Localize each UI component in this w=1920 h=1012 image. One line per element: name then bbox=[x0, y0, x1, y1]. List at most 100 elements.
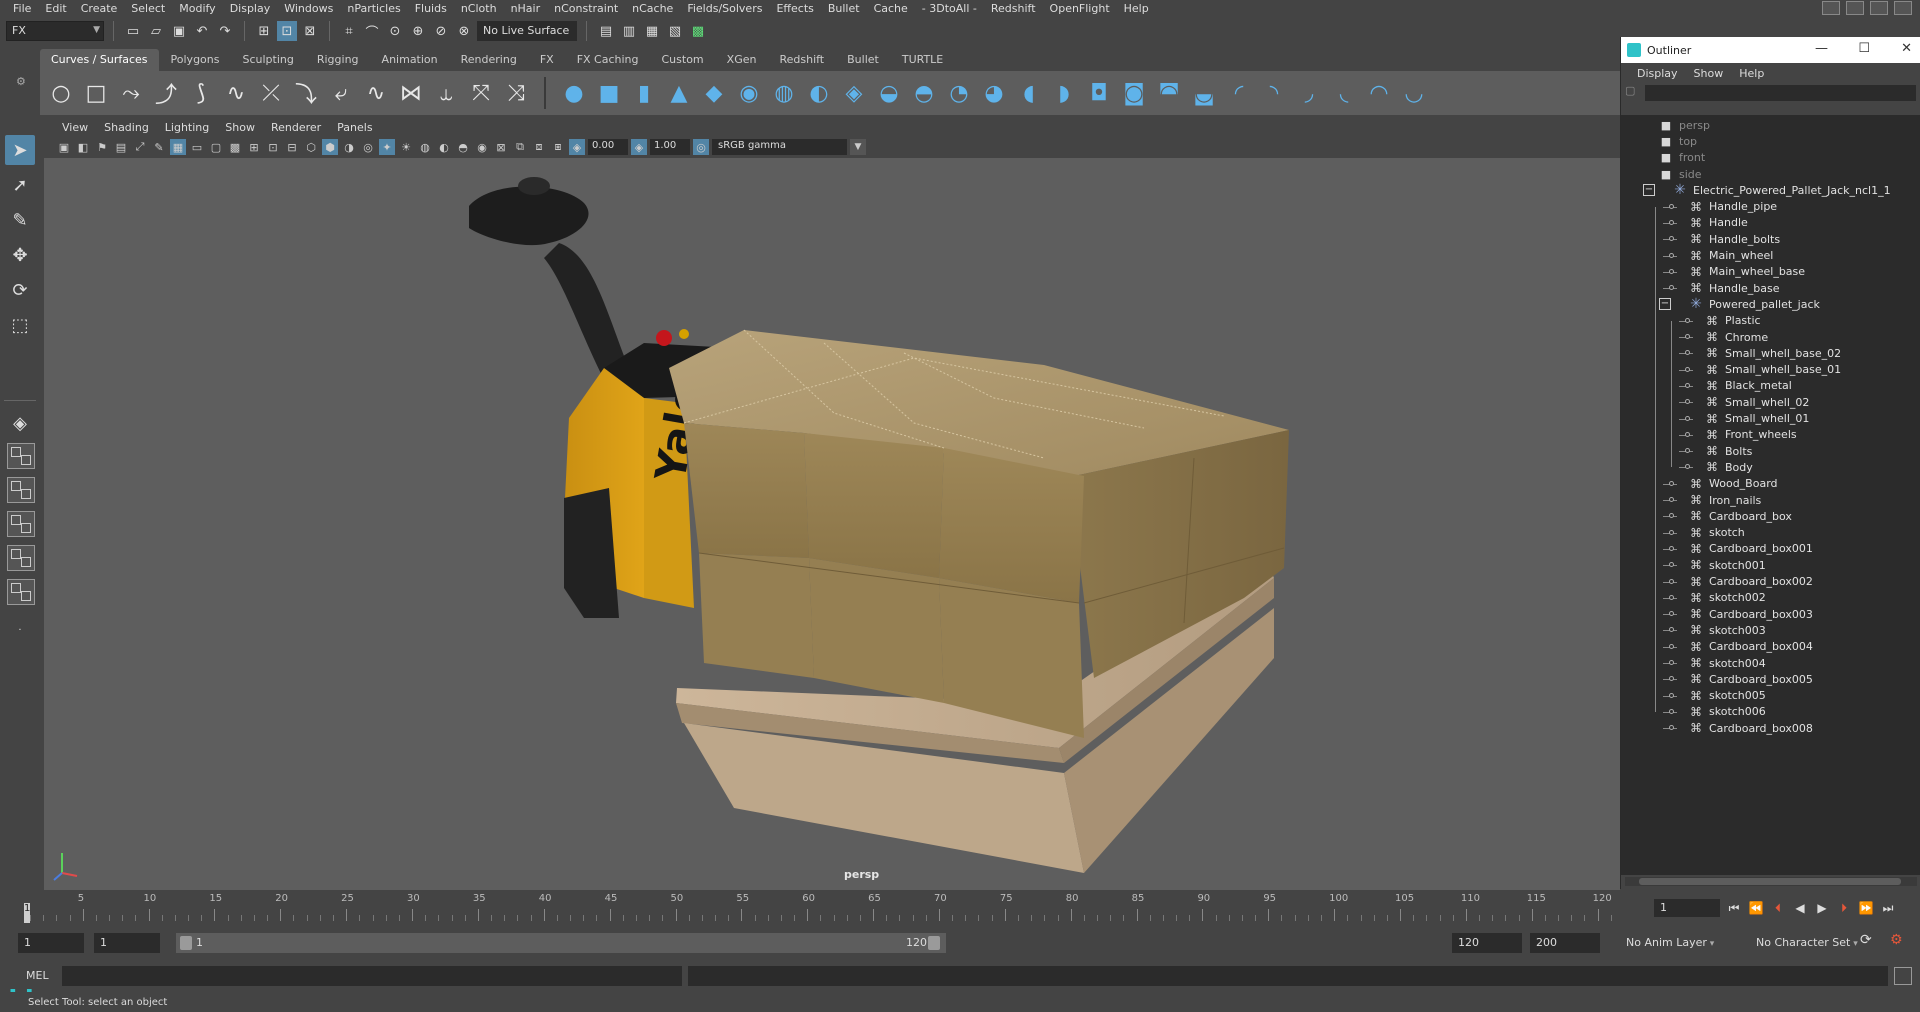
select-camera-icon[interactable]: ▣ bbox=[56, 139, 72, 155]
expand-dot-icon[interactable] bbox=[1669, 643, 1674, 649]
outliner-search-field[interactable] bbox=[1645, 85, 1916, 101]
extend-curve-icon[interactable]: ⋈ bbox=[396, 78, 426, 108]
exposure-field[interactable]: 0.00 bbox=[588, 139, 628, 155]
expand-dot-icon[interactable] bbox=[1669, 529, 1674, 535]
move-tool-icon[interactable]: ✥ bbox=[5, 240, 35, 270]
step-back-key-icon[interactable]: ⏪ bbox=[1748, 901, 1764, 915]
layout-icon[interactable] bbox=[1846, 1, 1864, 15]
hypershade-layout-icon[interactable] bbox=[7, 579, 35, 605]
outliner-item[interactable]: ⌘ Small_whell_base_02 bbox=[1621, 345, 1920, 361]
revolve-icon[interactable]: ◍ bbox=[769, 78, 799, 108]
go-to-end-icon[interactable]: ⏭ bbox=[1880, 901, 1896, 916]
menu-fields-solvers[interactable]: Fields/Solvers bbox=[680, 0, 769, 17]
menuset-dropdown[interactable]: FX bbox=[6, 21, 104, 41]
panel-menu-panels[interactable]: Panels bbox=[329, 121, 380, 134]
shelf-tab-fx[interactable]: FX bbox=[528, 49, 565, 71]
panel-menu-renderer[interactable]: Renderer bbox=[263, 121, 329, 134]
nurbs-cone-icon[interactable]: ▲ bbox=[664, 78, 694, 108]
hypershade-icon[interactable]: ▩ bbox=[688, 21, 708, 41]
square-surface-icon[interactable]: ◖ bbox=[1014, 78, 1044, 108]
menu-fluids[interactable]: Fluids bbox=[408, 0, 454, 17]
outliner-item[interactable]: ■ top bbox=[1621, 133, 1920, 149]
menu-modify[interactable]: Modify bbox=[172, 0, 222, 17]
outliner-menu-show[interactable]: Show bbox=[1686, 67, 1732, 80]
expand-dot-icon[interactable] bbox=[1669, 219, 1674, 225]
anim-layer-dropdown[interactable]: No Anim Layer bbox=[1620, 933, 1740, 953]
bevel-plus-icon[interactable]: ◔ bbox=[944, 78, 974, 108]
persp-graph-layout-icon[interactable] bbox=[7, 545, 35, 571]
rebuild-curve-icon[interactable]: ⤧ bbox=[466, 78, 496, 108]
outliner-item[interactable]: ■ persp bbox=[1621, 117, 1920, 133]
close-icon[interactable]: ✕ bbox=[1901, 41, 1912, 56]
intersect-icon[interactable]: ◘ bbox=[1084, 78, 1114, 108]
script-language-toggle[interactable]: MEL bbox=[26, 969, 49, 982]
chevron-down-icon[interactable]: ▼ bbox=[850, 139, 866, 155]
nurbs-circle-icon[interactable]: ○ bbox=[46, 78, 76, 108]
pencil-curve-icon[interactable]: ∿ bbox=[221, 78, 251, 108]
outliner-item[interactable]: ⌘ Chrome bbox=[1621, 329, 1920, 345]
expand-dot-icon[interactable] bbox=[1685, 415, 1690, 421]
camera-attributes-icon[interactable]: ◧ bbox=[75, 139, 91, 155]
render-view-icon[interactable]: ▤ bbox=[596, 21, 616, 41]
collapse-icon[interactable]: − bbox=[1643, 184, 1655, 197]
outliner-item[interactable]: ⌘ Small_whell_01 bbox=[1621, 410, 1920, 426]
go-to-start-icon[interactable]: ⏮ bbox=[1726, 901, 1742, 916]
nurbs-plane-icon[interactable]: ◆ bbox=[699, 78, 729, 108]
expand-dot-icon[interactable] bbox=[1669, 708, 1674, 714]
screen-space-ao-icon[interactable]: ◍ bbox=[417, 139, 433, 155]
tool-settings-icon[interactable] bbox=[1894, 1, 1912, 15]
sculpt-geometry-icon[interactable]: ◡ bbox=[1399, 78, 1429, 108]
menu-nparticles[interactable]: nParticles bbox=[340, 0, 407, 17]
select-component-icon[interactable]: ⊠ bbox=[300, 21, 320, 41]
command-input[interactable] bbox=[62, 966, 682, 986]
smooth-shade-icon[interactable]: ⬢ bbox=[322, 139, 338, 155]
snap-live-icon[interactable]: ⊗ bbox=[454, 21, 474, 41]
expand-dot-icon[interactable] bbox=[1685, 317, 1690, 323]
lasso-tool-icon[interactable]: ➚ bbox=[5, 170, 35, 200]
insert-knot-icon[interactable]: ∿ bbox=[361, 78, 391, 108]
outliner-item[interactable]: ⌘ Small_whell_base_01 bbox=[1621, 362, 1920, 378]
playback-start-field[interactable]: 1 bbox=[94, 933, 160, 953]
color-management-icon[interactable]: ◎ bbox=[693, 139, 709, 155]
outliner-item[interactable]: ⌘ Bolts bbox=[1621, 443, 1920, 459]
select-tool-icon[interactable]: ➤ bbox=[5, 135, 35, 165]
play-backwards-icon[interactable]: ◀ bbox=[1792, 901, 1808, 915]
xray-joints-icon[interactable]: ⧈ bbox=[531, 139, 547, 155]
shelf-settings-icon[interactable]: ⚙ bbox=[16, 75, 26, 88]
menu-effects[interactable]: Effects bbox=[769, 0, 820, 17]
untrim-icon[interactable]: ◚ bbox=[1154, 78, 1184, 108]
motion-blur-icon[interactable]: ◐ bbox=[436, 139, 452, 155]
view-transform-dropdown[interactable]: sRGB gamma bbox=[712, 139, 847, 155]
rebuild-surface-icon[interactable]: ◠ bbox=[1364, 78, 1394, 108]
persp-outliner-layout-icon[interactable] bbox=[7, 511, 35, 537]
select-hierarchy-icon[interactable]: ⊞ bbox=[254, 21, 274, 41]
menu-openflight[interactable]: OpenFlight bbox=[1043, 0, 1117, 17]
step-back-frame-icon[interactable]: ⏴ bbox=[1770, 901, 1786, 916]
birail-icon[interactable]: ◓ bbox=[909, 78, 939, 108]
render-settings-icon[interactable]: ▧ bbox=[665, 21, 685, 41]
expand-dot-icon[interactable] bbox=[1685, 366, 1690, 372]
outliner-group-item[interactable]: ✳ Electric_Powered_Pallet_Jack_ncl1_1 bbox=[1621, 182, 1920, 198]
project-curve-icon[interactable]: ◗ bbox=[1049, 78, 1079, 108]
side-by-side-layout-icon[interactable] bbox=[7, 477, 35, 503]
depth-of-field-icon[interactable]: ◉ bbox=[474, 139, 490, 155]
shelf-tab-turtle[interactable]: TURTLE bbox=[890, 49, 955, 71]
outliner-item[interactable]: ■ front bbox=[1621, 150, 1920, 166]
planar-icon[interactable]: ◈ bbox=[839, 78, 869, 108]
panel-menu-show[interactable]: Show bbox=[217, 121, 263, 134]
grid-icon[interactable]: ▦ bbox=[170, 139, 186, 155]
boundary-icon[interactable]: ◕ bbox=[979, 78, 1009, 108]
textured-icon[interactable]: ◎ bbox=[360, 139, 376, 155]
nurbs-sphere-icon[interactable]: ● bbox=[559, 78, 589, 108]
extend-surface-icon[interactable]: ◟ bbox=[1329, 78, 1359, 108]
shelf-tab-rendering[interactable]: Rendering bbox=[449, 49, 528, 71]
expand-dot-icon[interactable] bbox=[1669, 545, 1674, 551]
panel-icon[interactable] bbox=[1870, 1, 1888, 15]
step-forward-frame-icon[interactable]: ⏵ bbox=[1836, 901, 1852, 916]
expand-dot-icon[interactable] bbox=[1669, 252, 1674, 258]
snap-view-icon[interactable]: ⊕ bbox=[408, 21, 428, 41]
wireframe-on-shaded-icon[interactable]: ◑ bbox=[341, 139, 357, 155]
grease-pencil-icon[interactable]: ✎ bbox=[151, 139, 167, 155]
shadows-icon[interactable]: ☀ bbox=[398, 139, 414, 155]
menu-ncache[interactable]: nCache bbox=[625, 0, 680, 17]
